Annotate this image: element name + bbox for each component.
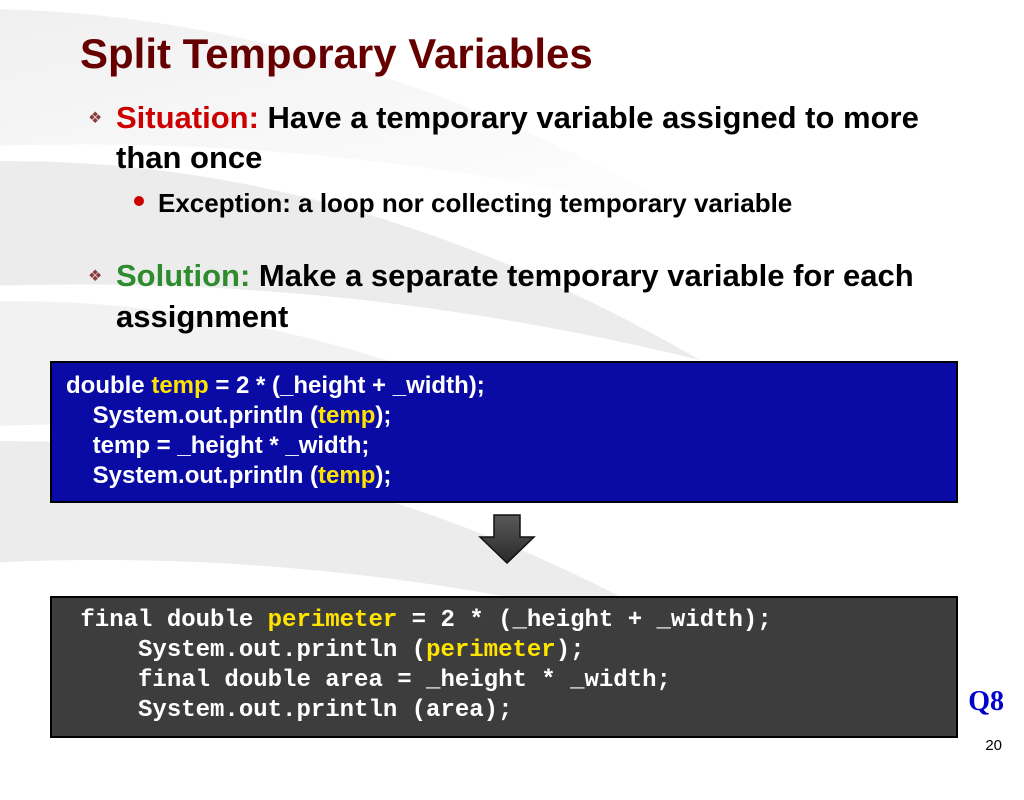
diamond-bullet-icon: ❖ (88, 266, 102, 286)
code-before-box: double temp = 2 * (_height + _width); Sy… (50, 361, 958, 503)
page-number: 20 (985, 737, 1002, 754)
solution-text: Solution: Make a separate temporary vari… (116, 256, 964, 337)
diamond-bullet-icon: ❖ (88, 108, 102, 128)
dot-bullet-icon (134, 196, 144, 206)
solution-point: ❖ Solution: Make a separate temporary va… (80, 256, 964, 337)
exception-subpoint: Exception: a loop nor collecting tempora… (80, 187, 964, 221)
slide-title: Split Temporary Variables (80, 30, 964, 78)
arrow-down-icon (476, 511, 538, 567)
situation-text: Situation: Have a temporary variable ass… (116, 98, 964, 179)
solution-label: Solution: (116, 258, 250, 293)
situation-point: ❖ Situation: Have a temporary variable a… (80, 98, 964, 179)
arrow-down (50, 511, 964, 572)
code-after-box: final double perimeter = 2 * (_height + … (50, 596, 958, 738)
exception-text: Exception: a loop nor collecting tempora… (158, 187, 964, 221)
situation-label: Situation: (116, 100, 259, 135)
